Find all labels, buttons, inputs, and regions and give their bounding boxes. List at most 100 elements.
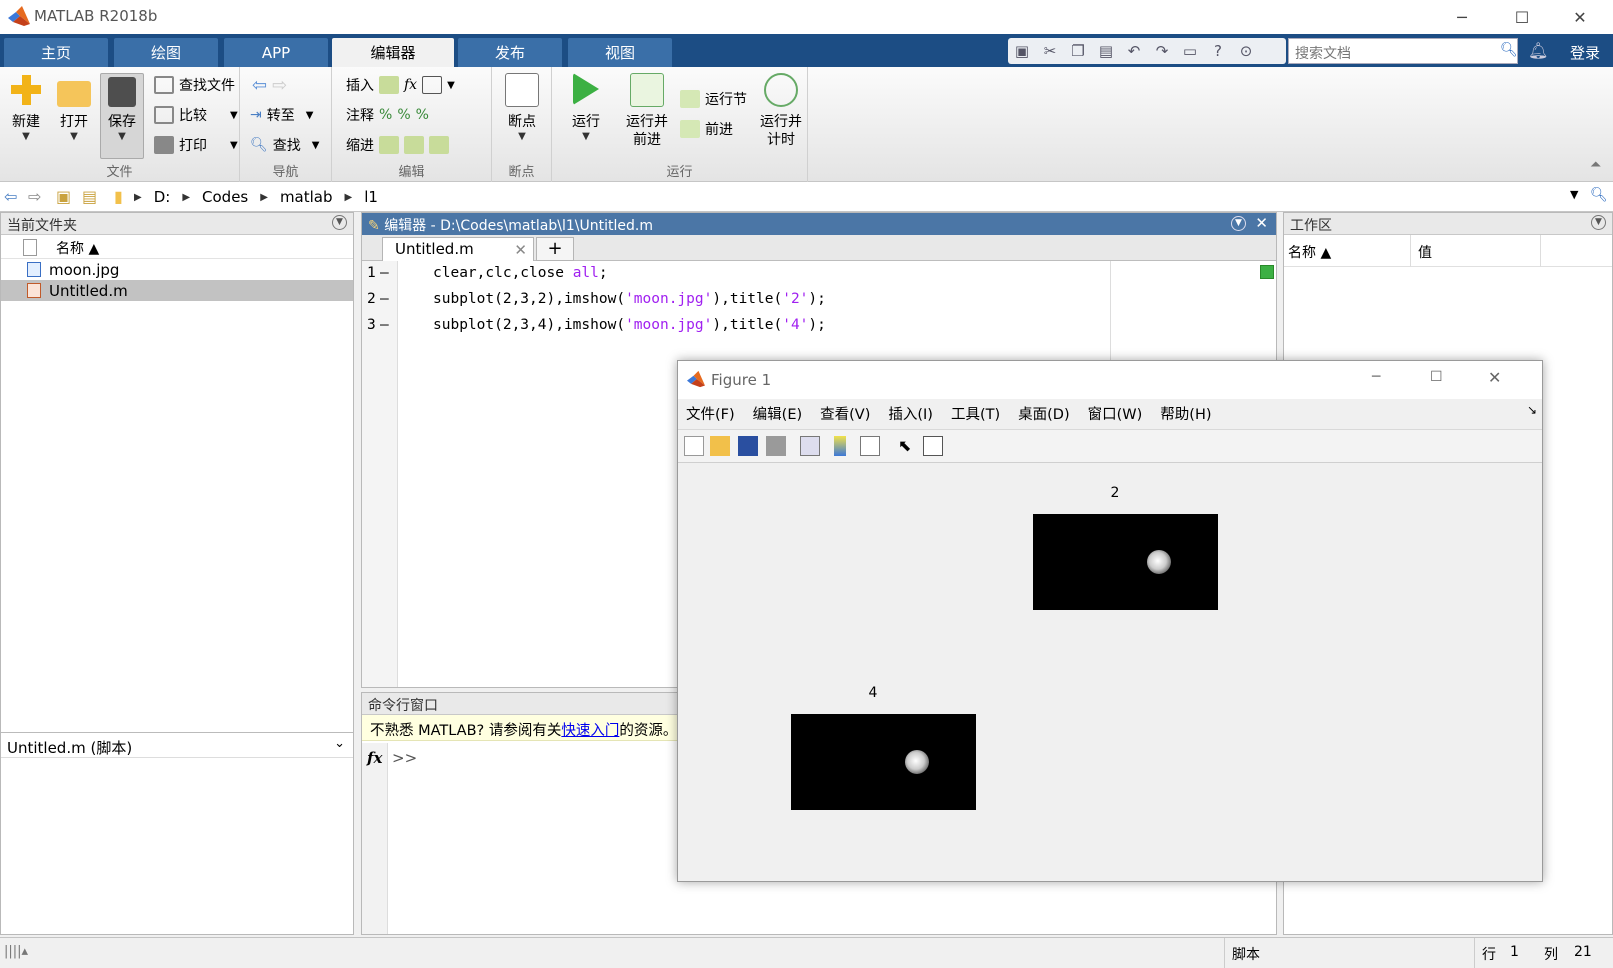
find-files-button[interactable]: 查找文件	[154, 73, 235, 97]
close-tab-icon[interactable]: ✕	[514, 241, 527, 259]
details-header[interactable]: Untitled.m (脚本) ⌄	[1, 732, 353, 758]
switch-windows-icon[interactable]: ▭	[1176, 38, 1204, 64]
print-button[interactable]: 打印 ▼	[154, 133, 238, 157]
tab-home[interactable]: 主页	[4, 38, 108, 67]
path-dropdown-icon[interactable]: ▼	[1570, 188, 1578, 201]
new-button[interactable]: 新建 ▼	[4, 73, 48, 142]
dock-arrow-icon[interactable]: ↘	[1527, 403, 1537, 417]
search-icon[interactable]: 🔍︎	[1500, 42, 1518, 58]
command-prompt[interactable]: >>	[392, 749, 417, 767]
back-arrow-icon[interactable]: ⇦	[252, 75, 267, 96]
browse-folder-icon[interactable]: ▤	[82, 187, 97, 206]
fx-icon[interactable]: fx	[404, 77, 417, 93]
figure-minimize-button[interactable]: ─	[1372, 369, 1380, 385]
help-icon[interactable]: ?	[1204, 38, 1232, 64]
panel-menu-icon[interactable]: ▼	[1231, 216, 1246, 231]
code-line[interactable]: 2— subplot(2,3,2),imshow('moon.jpg'),tit…	[362, 289, 1102, 315]
minimize-button[interactable]: ─	[1434, 0, 1490, 34]
breadcrumb-matlab[interactable]: matlab	[280, 188, 333, 206]
insert-colorbar-icon[interactable]	[834, 436, 846, 456]
value-column-header[interactable]: 值	[1418, 242, 1432, 262]
menu-edit[interactable]: 编辑(E)	[753, 403, 802, 424]
smart-indent-icon[interactable]	[379, 136, 399, 154]
forward-icon[interactable]: ⇨	[28, 187, 41, 206]
subplot-axes-2[interactable]	[1033, 514, 1218, 610]
menu-file[interactable]: 文件(F)	[686, 403, 735, 424]
maximize-button[interactable]: ☐	[1494, 0, 1550, 34]
pointer-icon[interactable]: ⬉	[898, 436, 912, 456]
menu-view[interactable]: 查看(V)	[820, 403, 870, 424]
collapse-ribbon-icon[interactable]: ⏶	[1590, 157, 1601, 173]
save-button[interactable]: 保存 ▼	[100, 73, 144, 159]
function-browser-icon[interactable]: fx	[367, 749, 382, 767]
find-button[interactable]: 🔍︎ 查找 ▼	[250, 133, 319, 157]
save-figure-icon[interactable]	[738, 436, 758, 456]
code-line[interactable]: 3— subplot(2,3,4),imshow('moon.jpg'),tit…	[362, 315, 1102, 341]
uncomment-icon[interactable]: %	[397, 107, 410, 123]
list-item[interactable]: moon.jpg	[1, 259, 353, 280]
wrap-comments-icon[interactable]: %	[416, 107, 429, 123]
cut-icon[interactable]: ✂	[1036, 38, 1064, 64]
search-folder-icon[interactable]: 🔍︎	[1590, 187, 1608, 203]
close-panel-icon[interactable]: ✕	[1255, 214, 1268, 232]
code-line[interactable]: 1— clear,clc,close all;	[362, 263, 1102, 289]
save-icon[interactable]: ▣	[1008, 38, 1036, 64]
compare-button[interactable]: 比较 ▼	[154, 103, 238, 127]
up-folder-icon[interactable]: ▣	[56, 187, 71, 206]
run-and-time-button[interactable]: 运行并 计时	[756, 73, 806, 149]
insert-function-icon[interactable]	[422, 76, 443, 94]
name-column-header[interactable]: 名称 ▲	[1288, 242, 1331, 262]
indent-button[interactable]: 缩进	[346, 133, 449, 157]
tab-publish[interactable]: 发布	[458, 38, 562, 67]
insert-legend-icon[interactable]	[860, 436, 880, 456]
menu-tools[interactable]: 工具(T)	[951, 403, 1000, 424]
customize-icon[interactable]: ⊙	[1232, 38, 1260, 64]
new-tab-button[interactable]: +	[536, 237, 574, 261]
paste-icon[interactable]: ▤	[1092, 38, 1120, 64]
copy-icon[interactable]: ❐	[1064, 38, 1092, 64]
tab-plots[interactable]: 绘图	[114, 38, 218, 67]
forward-arrow-icon[interactable]: ⇨	[272, 75, 287, 96]
open-button[interactable]: 打开 ▼	[52, 73, 96, 142]
figure-maximize-button[interactable]: ☐	[1430, 369, 1443, 385]
run-and-advance-button[interactable]: 运行并 前进	[622, 73, 672, 149]
property-editor-icon[interactable]	[923, 436, 943, 456]
breakpoints-button[interactable]: 断点 ▼	[500, 73, 544, 142]
menu-help[interactable]: 帮助(H)	[1160, 403, 1211, 424]
figure-close-button[interactable]: ✕	[1488, 368, 1501, 387]
back-icon[interactable]: ⇦	[4, 187, 17, 206]
list-item-selected[interactable]: Untitled.m	[1, 280, 353, 301]
redo-icon[interactable]: ↷	[1148, 38, 1176, 64]
comment-icon[interactable]: %	[379, 107, 392, 123]
tab-view[interactable]: 视图	[568, 38, 672, 67]
open-file-icon[interactable]	[710, 436, 730, 456]
close-button[interactable]: ✕	[1552, 0, 1608, 34]
run-button[interactable]: 运行 ▼	[564, 73, 608, 142]
subplot-axes-4[interactable]	[791, 714, 976, 810]
run-section-button[interactable]: 运行节	[680, 87, 747, 111]
notification-bell-icon[interactable]: 🔔︎	[1528, 41, 1548, 60]
breadcrumb-l1[interactable]: l1	[364, 188, 378, 206]
decrease-indent-icon[interactable]	[429, 136, 449, 154]
breadcrumb-drive[interactable]: D:	[154, 188, 171, 206]
goto-button[interactable]: ⇥ 转至 ▼	[250, 103, 313, 127]
advance-button[interactable]: 前进	[680, 117, 733, 141]
search-documentation-input[interactable]: 搜索文档	[1288, 38, 1518, 64]
quick-start-link[interactable]: 快速入门	[561, 723, 619, 739]
panel-menu-icon[interactable]: ▼	[332, 215, 347, 230]
link-plot-icon[interactable]	[800, 436, 820, 456]
insert-button[interactable]: 插入 fx ▼	[346, 73, 455, 97]
chevron-down-icon[interactable]: ⌄	[334, 736, 345, 751]
menu-window[interactable]: 窗口(W)	[1088, 403, 1143, 424]
back-forward-buttons[interactable]: ⇦ ⇨	[252, 73, 287, 97]
menu-desktop[interactable]: 桌面(D)	[1018, 403, 1069, 424]
new-figure-icon[interactable]	[684, 436, 704, 456]
code-area[interactable]: 1— clear,clc,close all; 2— subplot(2,3,2…	[362, 263, 1102, 341]
login-button[interactable]: 登录	[1570, 42, 1600, 63]
comment-button[interactable]: 注释%%%	[346, 103, 429, 127]
tab-untitled[interactable]: Untitled.m ✕	[382, 237, 534, 261]
name-column-header[interactable]: 名称 ▲	[56, 238, 99, 258]
menu-insert[interactable]: 插入(I)	[888, 403, 933, 424]
tab-apps[interactable]: APP	[224, 38, 328, 67]
print-figure-icon[interactable]	[766, 436, 786, 456]
